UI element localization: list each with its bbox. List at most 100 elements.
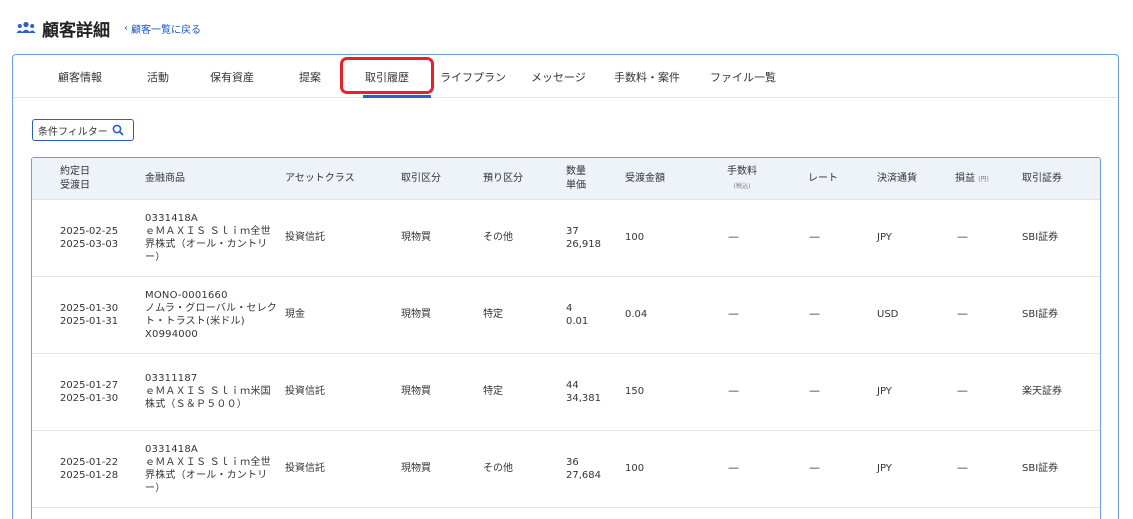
- header-currency: 決済通貨: [877, 173, 917, 184]
- custody: その他: [483, 232, 513, 243]
- currency: JPY: [877, 386, 892, 397]
- header-pl: 損益: [955, 173, 975, 184]
- row-dates: 2025-02-25 2025-03-03: [60, 225, 118, 251]
- profit-loss: —: [957, 384, 968, 397]
- search-icon: [112, 124, 124, 136]
- header-trade-type: 取引区分: [401, 173, 441, 184]
- product-name: ノムラ・グローバル・セレクト・トラスト(米ドル) X0994000: [145, 303, 277, 340]
- table-row[interactable]: 2025-01-27 2025-01-30 03311187 ｅＭＡＸＩＳ Ｓｌ…: [32, 354, 1100, 431]
- tab-activity[interactable]: 活動: [147, 69, 169, 85]
- custody: 特定: [483, 386, 503, 397]
- tab-fees-cases[interactable]: 手数料・案件: [614, 69, 680, 85]
- broker: SBI証券: [1022, 463, 1059, 474]
- chevron-left-icon: ‹: [124, 22, 128, 34]
- header-rate: レート: [808, 173, 838, 184]
- profit-loss: —: [957, 230, 968, 243]
- contract-date: 2025-01-30: [60, 303, 119, 314]
- qty: 44: [566, 380, 579, 391]
- trade-type: 現物買: [401, 386, 431, 397]
- row-dates: 2025-01-27 2025-01-30: [60, 379, 118, 405]
- table-row[interactable]: 2025-02-25 2025-03-03 0331418A ｅＭＡＸＩＳ Ｓｌ…: [32, 200, 1100, 277]
- custody: その他: [483, 463, 513, 474]
- broker: 楽天証券: [1022, 386, 1062, 397]
- trade-type: 現物買: [401, 309, 431, 320]
- tab-customer-info[interactable]: 顧客情報: [58, 69, 102, 85]
- header-dates: 約定日 受渡日: [60, 165, 90, 193]
- asset-class: 現金: [285, 309, 305, 320]
- profit-loss: —: [957, 461, 968, 474]
- row-dates: 2025-01-30 2025-01-31: [60, 302, 118, 328]
- asset-class: 投資信託: [285, 463, 325, 474]
- header-broker: 取引証券: [1022, 173, 1062, 184]
- currency: JPY: [877, 232, 892, 243]
- product-name: ｅＭＡＸＩＳ Ｓｌｉｍ全世界株式（オール・カントリー）: [145, 457, 271, 494]
- rate: —: [809, 461, 820, 474]
- header-amount: 受渡金額: [625, 173, 665, 184]
- product-code: 0331418A: [145, 213, 198, 224]
- custody: 特定: [483, 309, 503, 320]
- header-fee-group: 手数料 (税込): [727, 165, 757, 194]
- table-row[interactable]: 2025-01-30 2025-01-31 MONO-0001660 ノムラ・グ…: [32, 277, 1100, 354]
- page-title: 顧客詳細: [42, 20, 110, 41]
- contract-date: 2025-02-25: [60, 226, 119, 237]
- settle-date: 2025-01-31: [60, 316, 119, 327]
- unit-price: 0.01: [566, 316, 589, 327]
- table-row[interactable]: 2025-01-22 2025-01-28 0331418A ｅＭＡＸＩＳ Ｓｌ…: [32, 431, 1100, 508]
- header-qty-price: 数量 単価: [566, 165, 586, 193]
- tab-highlight-box: [340, 57, 434, 94]
- qty-price: 37 26,918: [566, 225, 601, 251]
- tab-proposal[interactable]: 提案: [299, 69, 321, 85]
- header-fee: 手数料: [727, 166, 757, 177]
- back-to-list-link[interactable]: ‹ 顧客一覧に戻る: [124, 21, 201, 36]
- amount: 100: [625, 232, 645, 243]
- settle-date: 2025-03-03: [60, 239, 119, 250]
- fee: —: [728, 461, 739, 474]
- tab-holdings[interactable]: 保有資産: [210, 69, 254, 85]
- header-pl-group: 損益 (円): [955, 172, 989, 187]
- settle-date: 2025-01-28: [60, 470, 119, 481]
- qty: 36: [566, 457, 579, 468]
- product-code: 0331418A: [145, 444, 198, 455]
- qty-price: 44 34,381: [566, 379, 601, 405]
- qty-price: 4 0.01: [566, 302, 588, 328]
- header-custody: 預り区分: [483, 173, 523, 184]
- header-product: 金融商品: [145, 173, 185, 184]
- header-contract-date: 約定日: [60, 166, 90, 177]
- product-cell: 0331418A ｅＭＡＸＩＳ Ｓｌｉｍ全世界株式（オール・カントリー）: [145, 443, 277, 495]
- active-tab-indicator: [363, 95, 431, 98]
- tab-messages[interactable]: メッセージ: [531, 69, 586, 85]
- tab-bar: 顧客情報 活動 保有資産 提案 取引履歴 ライフプラン メッセージ 手数料・案件…: [13, 55, 1118, 98]
- header-fee-note: (税込): [733, 183, 751, 190]
- settle-date: 2025-01-30: [60, 393, 119, 404]
- currency: USD: [877, 309, 899, 320]
- product-cell: 03311187 ｅＭＡＸＩＳ Ｓｌｉｍ米国株式（Ｓ＆Ｐ５００）: [145, 372, 277, 411]
- asset-class: 投資信託: [285, 232, 325, 243]
- header-qty: 数量: [566, 166, 586, 177]
- header-unit-price: 単価: [566, 180, 586, 191]
- broker: SBI証券: [1022, 309, 1059, 320]
- qty-price: 36 27,684: [566, 456, 601, 482]
- contract-date: 2025-01-22: [60, 457, 119, 468]
- product-code: MONO-0001660: [145, 290, 228, 301]
- tab-file-list[interactable]: ファイル一覧: [710, 69, 776, 85]
- product-cell: MONO-0001660 ノムラ・グローバル・セレクト・トラスト(米ドル) X0…: [145, 289, 277, 341]
- transaction-table: 約定日 受渡日 金融商品 アセットクラス 取引区分 預り区分 数量 単価 受渡金…: [31, 157, 1101, 519]
- tab-life-plan[interactable]: ライフプラン: [440, 69, 506, 85]
- rate: —: [809, 230, 820, 243]
- currency: JPY: [877, 463, 892, 474]
- customer-detail-card: 顧客情報 活動 保有資産 提案 取引履歴 ライフプラン メッセージ 手数料・案件…: [12, 54, 1119, 519]
- asset-class: 投資信託: [285, 386, 325, 397]
- page-header: 顧客詳細 ‹ 顧客一覧に戻る: [16, 16, 201, 41]
- broker: SBI証券: [1022, 232, 1059, 243]
- header-asset-class: アセットクラス: [285, 173, 355, 184]
- header-pl-note: (円): [978, 176, 989, 183]
- contract-date: 2025-01-27: [60, 380, 119, 391]
- product-name: ｅＭＡＸＩＳ Ｓｌｉｍ全世界株式（オール・カントリー）: [145, 226, 271, 263]
- qty: 37: [566, 226, 579, 237]
- fee: —: [728, 384, 739, 397]
- unit-price: 34,381: [566, 393, 601, 404]
- filter-label: 条件フィルター: [38, 126, 108, 138]
- product-name: ｅＭＡＸＩＳ Ｓｌｉｍ米国株式（Ｓ＆Ｐ５００）: [145, 386, 271, 410]
- amount: 0.04: [625, 309, 648, 320]
- filter-button[interactable]: 条件フィルター: [32, 119, 134, 141]
